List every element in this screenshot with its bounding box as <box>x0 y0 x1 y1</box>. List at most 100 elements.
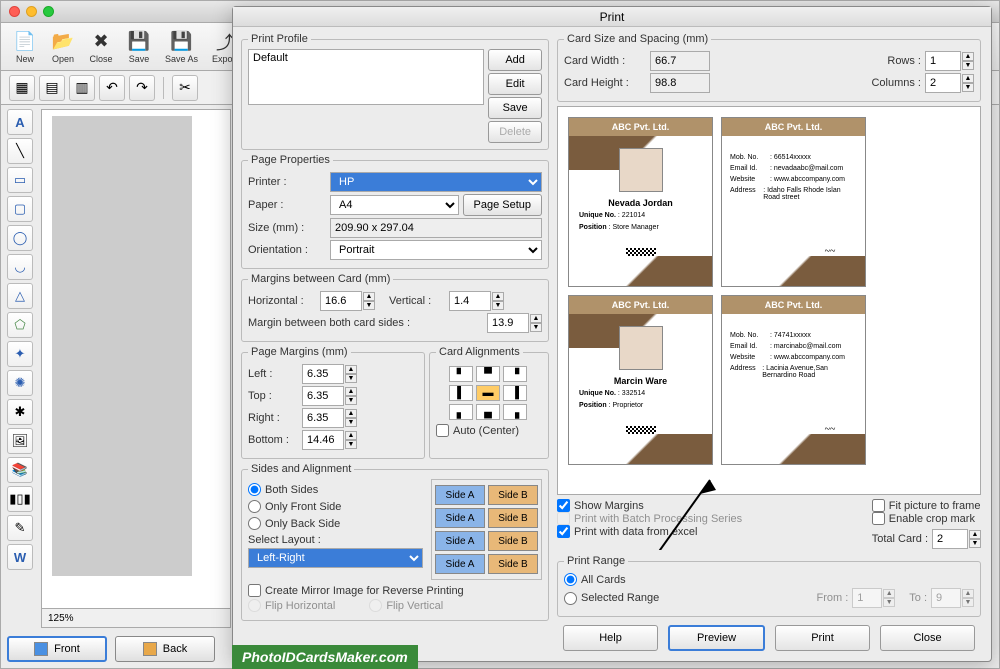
align-ml[interactable]: ▌ <box>449 385 473 401</box>
align-tl[interactable]: ▘ <box>449 366 473 382</box>
wordart-tool-icon[interactable]: W <box>7 544 33 570</box>
fit-picture-checkbox[interactable] <box>872 499 885 512</box>
spinner-icon[interactable]: ▲▼ <box>345 365 357 383</box>
margin-bottom-input[interactable] <box>302 430 344 450</box>
signature-tool-icon[interactable]: ✎ <box>7 515 33 541</box>
layout-option[interactable]: Side B <box>488 508 538 528</box>
triangle-tool-icon[interactable]: △ <box>7 283 33 309</box>
close-button[interactable]: Close <box>880 625 975 651</box>
all-cards-radio[interactable] <box>564 573 577 586</box>
preview-button[interactable]: Preview <box>668 625 765 651</box>
minimize-window-icon[interactable] <box>26 6 37 17</box>
margin-top-input[interactable] <box>302 386 344 406</box>
undo-icon[interactable]: ↶ <box>99 75 125 101</box>
spinner-icon[interactable]: ▲▼ <box>969 530 981 548</box>
spinner-icon[interactable]: ▲▼ <box>345 387 357 405</box>
profile-edit-button[interactable]: Edit <box>488 73 542 95</box>
align-bl[interactable]: ▖ <box>449 404 473 420</box>
both-sides-radio[interactable] <box>248 483 261 496</box>
rounded-rect-tool-icon[interactable]: ▢ <box>7 196 33 222</box>
layout-option[interactable]: Side B <box>488 554 538 574</box>
print-preview-area: ABC Pvt. Ltd. Nevada Jordan Unique No. :… <box>557 106 981 495</box>
tab-back[interactable]: Back <box>115 636 215 662</box>
spinner-icon[interactable]: ▲▼ <box>962 74 974 92</box>
redo-icon[interactable]: ↷ <box>129 75 155 101</box>
close-button[interactable]: ✖Close <box>83 28 119 66</box>
line-tool-icon[interactable]: ╲ <box>7 138 33 164</box>
align-br[interactable]: ▗ <box>503 404 527 420</box>
total-card-input[interactable] <box>932 529 968 549</box>
open-button[interactable]: 📂Open <box>45 28 81 66</box>
rows-input[interactable] <box>925 51 961 71</box>
polygon-tool-icon[interactable]: ⬠ <box>7 312 33 338</box>
layout-select[interactable]: Left-Right <box>248 548 423 568</box>
profile-list[interactable]: Default <box>248 49 484 105</box>
card-alignments-group: Card Alignments ▘▀▝ ▌▬▐ ▖▄▗ Auto (Center… <box>429 346 549 459</box>
help-button[interactable]: Help <box>563 625 658 651</box>
zoom-window-icon[interactable] <box>43 6 54 17</box>
close-window-icon[interactable] <box>9 6 20 17</box>
back-only-radio[interactable] <box>248 517 261 530</box>
selected-range-radio[interactable] <box>564 592 577 605</box>
page-setup-button[interactable]: Page Setup <box>463 194 543 216</box>
cols-input[interactable] <box>925 73 961 93</box>
image-tool-icon[interactable]: 🖼 <box>7 428 33 454</box>
cut-icon[interactable]: ✂ <box>172 75 198 101</box>
align-mc[interactable]: ▬ <box>476 385 500 401</box>
horizontal-margin-input[interactable] <box>320 291 362 311</box>
canvas-area[interactable] <box>41 109 231 609</box>
layout-option[interactable]: Side A <box>435 485 485 505</box>
align-tr[interactable]: ▝ <box>503 366 527 382</box>
paper-select[interactable]: A4 <box>330 195 459 215</box>
spinner-icon[interactable]: ▲▼ <box>530 314 542 332</box>
star-tool-icon[interactable]: ✦ <box>7 341 33 367</box>
print-button[interactable]: Print <box>775 625 870 651</box>
symbol-tool-icon[interactable]: ✱ <box>7 399 33 425</box>
template-icon[interactable]: ▥ <box>69 75 95 101</box>
layout-option[interactable]: Side B <box>488 485 538 505</box>
save-button[interactable]: 💾Save <box>121 28 157 66</box>
wizard-icon[interactable]: ▤ <box>39 75 65 101</box>
spinner-icon[interactable]: ▲▼ <box>962 52 974 70</box>
barcode-tool-icon[interactable]: ▮▯▮ <box>7 486 33 512</box>
auto-center-checkbox[interactable] <box>436 424 449 437</box>
layout-option[interactable]: Side B <box>488 531 538 551</box>
crop-mark-checkbox[interactable] <box>872 512 885 525</box>
front-only-radio[interactable] <box>248 500 261 513</box>
ellipse-tool-icon[interactable]: ◯ <box>7 225 33 251</box>
tab-front[interactable]: Front <box>7 636 107 662</box>
both-sides-margin-input[interactable] <box>487 313 529 333</box>
excel-checkbox[interactable] <box>557 525 570 538</box>
rectangle-tool-icon[interactable]: ▭ <box>7 167 33 193</box>
profile-add-button[interactable]: Add <box>488 49 542 71</box>
spinner-icon[interactable]: ▲▼ <box>492 292 504 310</box>
mirror-checkbox[interactable] <box>248 584 261 597</box>
layout-option[interactable]: Side A <box>435 531 485 551</box>
show-margins-checkbox[interactable] <box>557 499 570 512</box>
align-mr[interactable]: ▐ <box>503 385 527 401</box>
spinner-icon[interactable]: ▲▼ <box>345 431 357 449</box>
new-card-icon[interactable]: ▦ <box>9 75 35 101</box>
margin-left-input[interactable] <box>302 364 344 384</box>
align-tc[interactable]: ▀ <box>476 366 500 382</box>
library-tool-icon[interactable]: 📚 <box>7 457 33 483</box>
text-tool-icon[interactable]: A <box>7 109 33 135</box>
card-preview-back: ABC Pvt. Ltd. Mob. No.: 74741xxxxx Email… <box>721 295 866 465</box>
margin-right-input[interactable] <box>302 408 344 428</box>
orientation-select[interactable]: Portrait <box>330 240 542 260</box>
folder-open-icon: 📂 <box>51 30 75 54</box>
align-bc[interactable]: ▄ <box>476 404 500 420</box>
spinner-icon[interactable]: ▲▼ <box>345 409 357 427</box>
printer-select[interactable]: HP <box>330 172 542 192</box>
saveas-button[interactable]: 💾Save As <box>159 28 204 66</box>
spinner-icon[interactable]: ▲▼ <box>363 292 375 310</box>
profile-save-button[interactable]: Save <box>488 97 542 119</box>
profile-delete-button[interactable]: Delete <box>488 121 542 143</box>
burst-tool-icon[interactable]: ✺ <box>7 370 33 396</box>
arc-tool-icon[interactable]: ◡ <box>7 254 33 280</box>
layout-option[interactable]: Side A <box>435 554 485 574</box>
layout-option[interactable]: Side A <box>435 508 485 528</box>
canvas-surface[interactable] <box>52 116 192 576</box>
vertical-margin-input[interactable] <box>449 291 491 311</box>
new-button[interactable]: 📄New <box>7 28 43 66</box>
